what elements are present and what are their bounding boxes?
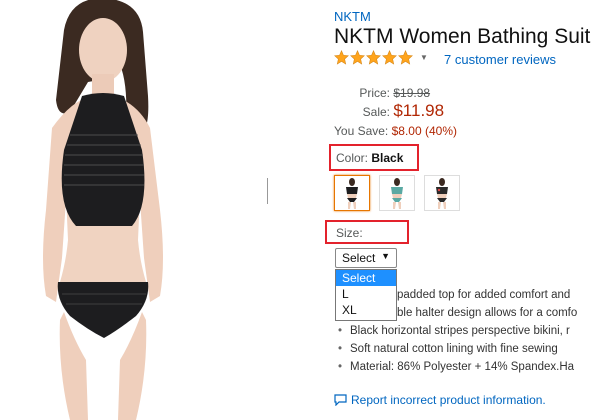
swatch-teal[interactable] xyxy=(379,175,415,211)
sale-row: Sale: $11.98 xyxy=(334,101,444,121)
savings-row: You Save: $8.00 (40%) xyxy=(334,124,457,138)
image-divider xyxy=(267,178,268,204)
product-title: NKTM Women Bathing Suit T xyxy=(334,25,591,48)
black-bikini-thumbnail xyxy=(346,178,358,209)
size-option[interactable]: Select xyxy=(336,270,396,286)
teal-bikini-thumbnail xyxy=(391,178,403,209)
chevron-down-icon[interactable]: ▼ xyxy=(420,53,428,62)
sale-price: $11.98 xyxy=(393,101,445,120)
color-selection: Color: Black xyxy=(336,151,403,165)
size-select[interactable]: Select ▼ xyxy=(335,248,397,268)
floral-bikini-thumbnail xyxy=(436,178,448,209)
brand-link[interactable]: NKTM xyxy=(334,9,371,24)
color-value: Black xyxy=(371,151,404,165)
price-label: Price: xyxy=(359,86,390,100)
star-rating[interactable]: ▼ xyxy=(334,50,428,65)
price-row: Price: $19.98 xyxy=(334,86,430,100)
size-label: Size: xyxy=(336,226,363,240)
report-link-text[interactable]: Report incorrect product information. xyxy=(351,393,546,407)
savings-label: You Save: xyxy=(334,124,389,138)
size-option[interactable]: XL xyxy=(336,302,396,318)
bullet-item: Black horizontal stripes perspective bik… xyxy=(338,322,577,340)
sale-label: Sale: xyxy=(362,105,390,119)
size-option[interactable]: L xyxy=(336,286,396,302)
list-price: $19.98 xyxy=(393,86,431,100)
star-icon xyxy=(350,50,365,65)
size-dropdown-list[interactable]: Select L XL xyxy=(335,269,397,321)
bullet-item: Material: 86% Polyester + 14% Spandex.Ha xyxy=(338,358,577,376)
color-label: Color: xyxy=(336,151,369,165)
swatch-black[interactable] xyxy=(334,175,370,211)
star-icon xyxy=(366,50,381,65)
bullet-item: Soft natural cotton lining with fine sew… xyxy=(338,340,577,358)
product-image[interactable] xyxy=(0,0,268,420)
star-icon xyxy=(382,50,397,65)
swatch-floral[interactable] xyxy=(424,175,460,211)
customer-reviews-link[interactable]: 7 customer reviews xyxy=(444,52,556,67)
dropdown-arrow-icon: ▼ xyxy=(381,251,390,261)
report-incorrect-info-link[interactable]: Report incorrect product information. xyxy=(334,393,546,407)
star-icon xyxy=(398,50,413,65)
speech-bubble-icon xyxy=(334,394,347,406)
star-icon xyxy=(334,50,349,65)
savings-amount: $8.00 (40%) xyxy=(391,124,457,138)
size-select-value: Select xyxy=(342,251,376,265)
